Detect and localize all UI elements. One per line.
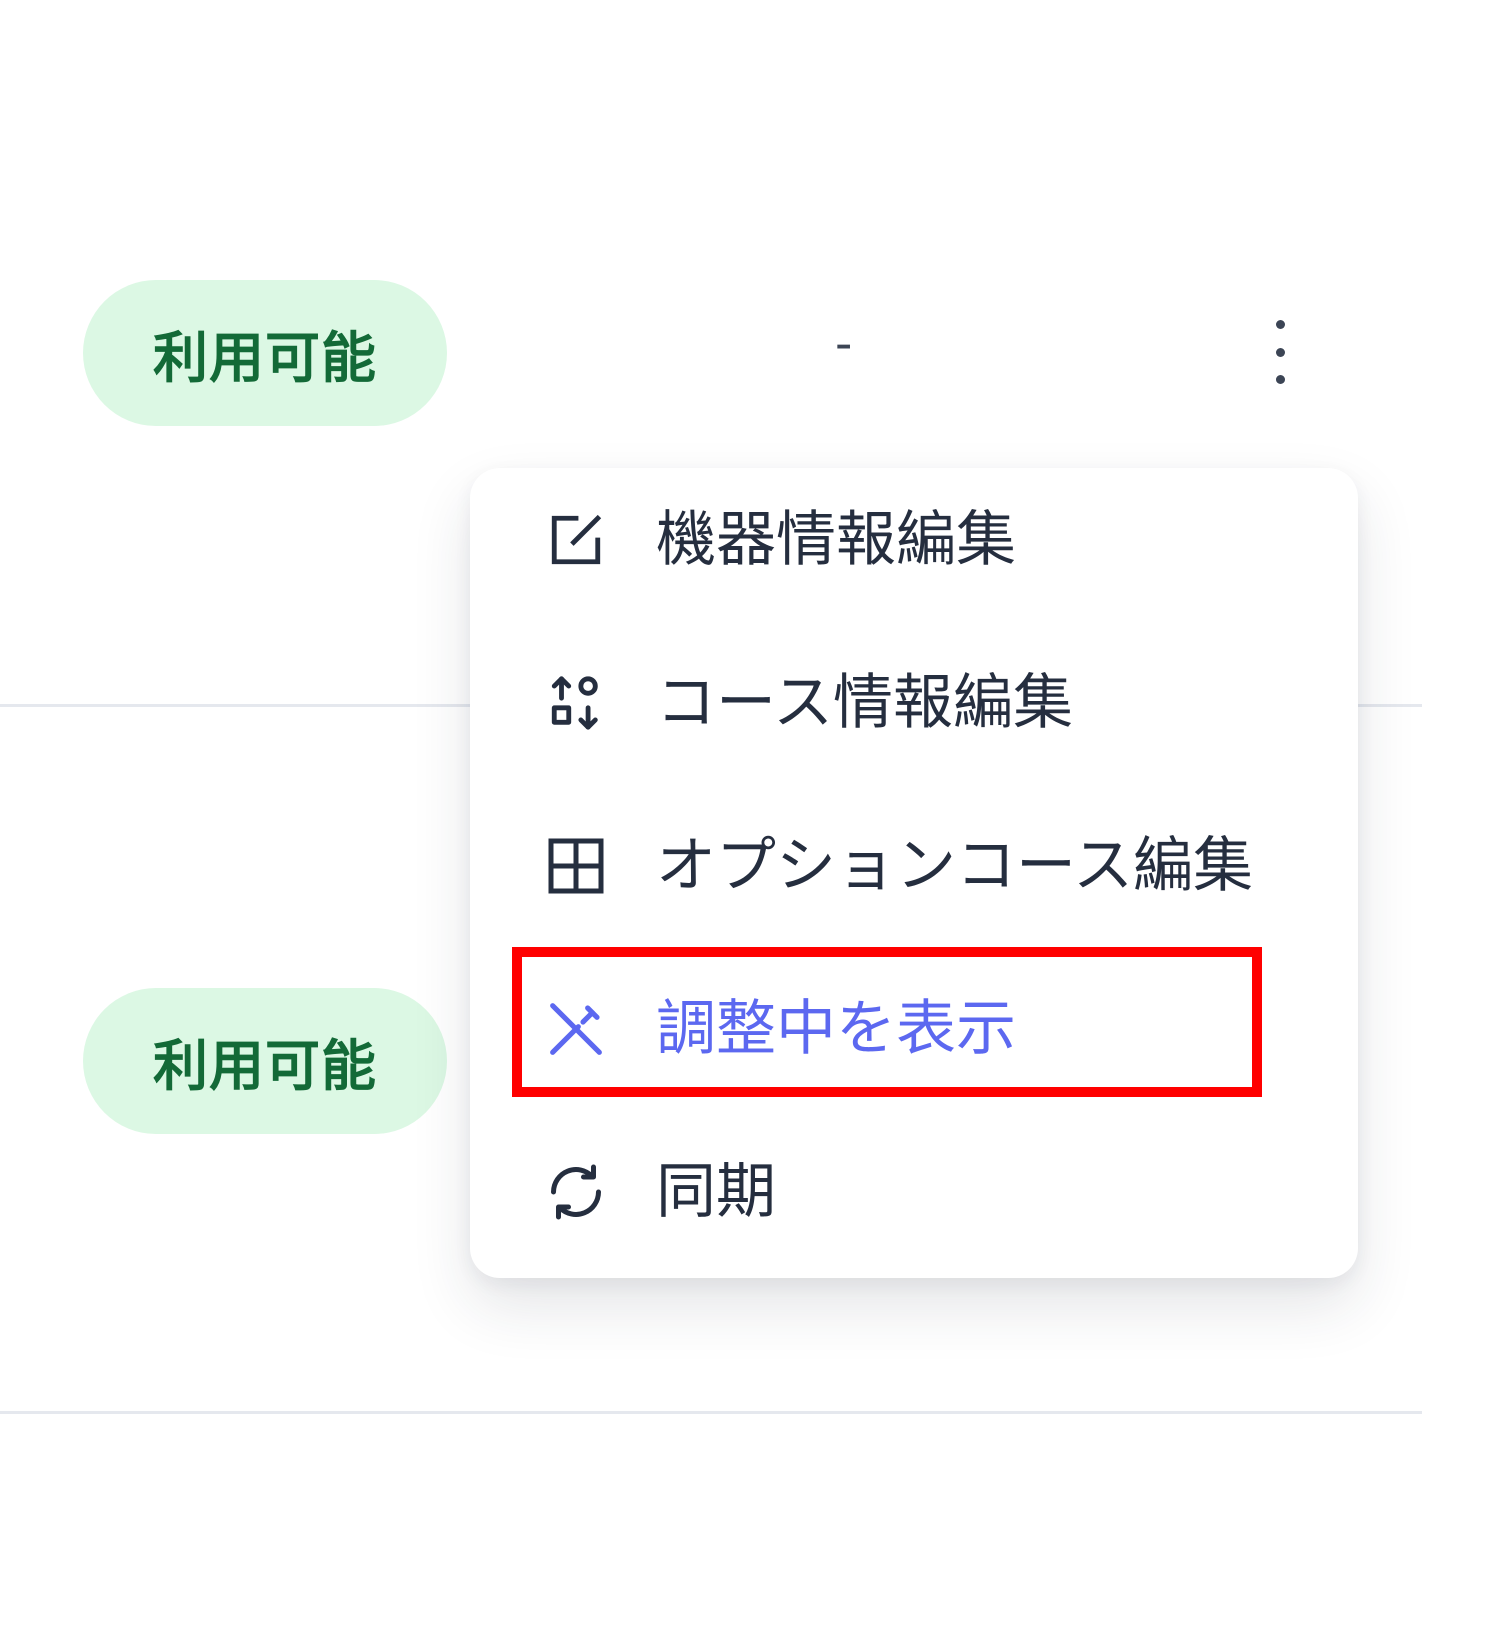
menu-item-edit-option-course[interactable]: オプションコース編集: [470, 806, 1358, 926]
edit-square-icon: [544, 508, 608, 572]
menu-item-label: 機器情報編集: [656, 505, 1016, 575]
menu-item-label: 同期: [656, 1157, 776, 1227]
menu-item-edit-device[interactable]: 機器情報編集: [470, 480, 1358, 600]
menu-item-label: コース情報編集: [656, 668, 1073, 738]
status-badge: 利用可能: [83, 280, 447, 426]
menu-item-label: 調整中を表示: [656, 994, 1016, 1064]
status-badge: 利用可能: [83, 988, 447, 1134]
menu-item-label: オプションコース編集: [656, 831, 1253, 901]
tools-icon: [544, 997, 608, 1061]
shapes-sort-icon: [544, 671, 608, 735]
kebab-dot: [1275, 375, 1285, 384]
more-actions-icon[interactable]: [1266, 320, 1294, 384]
row-divider: [0, 1411, 1422, 1414]
menu-item-sync[interactable]: 同期: [470, 1132, 1358, 1252]
menu-item-edit-course[interactable]: コース情報編集: [470, 643, 1358, 763]
actions-dropdown-menu: 機器情報編集 コース情報編集 オプションコース編集 調整中を表示 同期: [470, 468, 1358, 1278]
kebab-dot: [1275, 320, 1285, 329]
menu-item-show-under-adjustment[interactable]: 調整中を表示: [470, 969, 1358, 1089]
table-grid-icon: [544, 834, 608, 898]
device-list-page: 利用可能 - 利用可能 機器情報編集 コース情報編集 オプションコース編集 調整…: [0, 0, 1485, 1627]
sync-icon: [544, 1160, 608, 1224]
kebab-dot: [1275, 347, 1285, 357]
row-value: -: [835, 316, 853, 372]
